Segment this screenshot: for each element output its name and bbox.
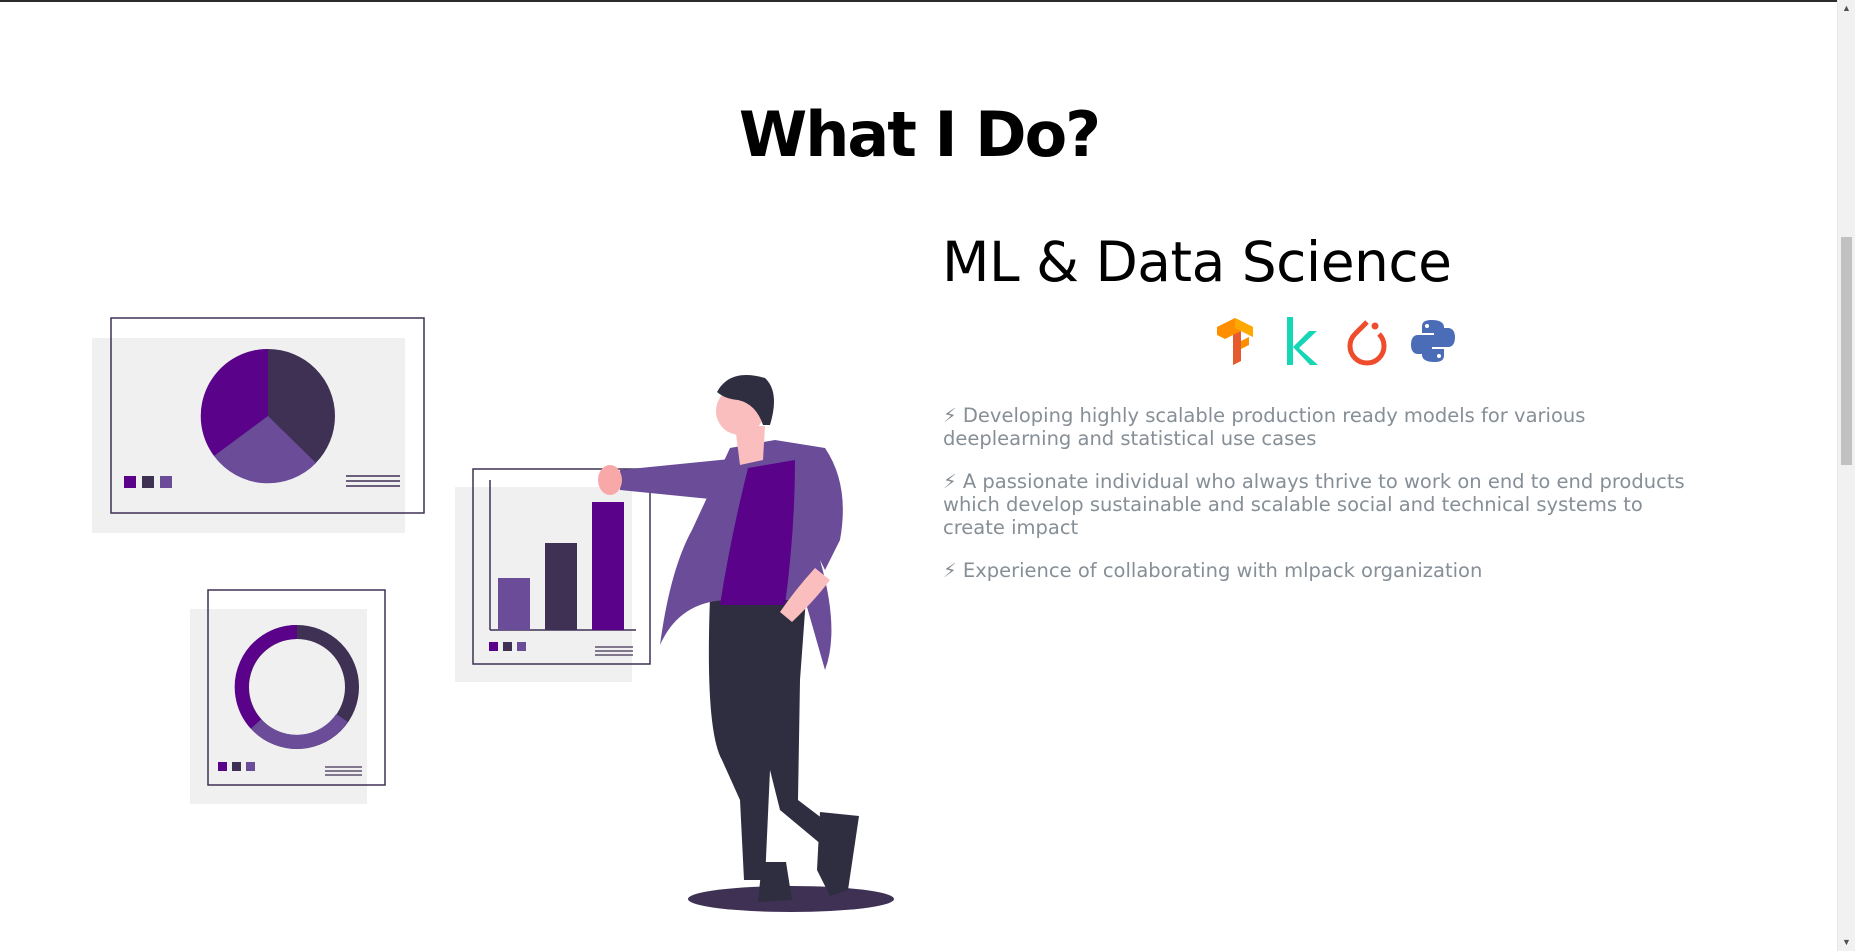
data-analysis-illustration	[92, 317, 894, 912]
pytorch-icon	[1344, 314, 1390, 368]
python-icon	[1410, 314, 1456, 368]
scroll-up-arrow-icon[interactable]: ▲	[1838, 0, 1855, 17]
window-top-border	[0, 0, 1855, 2]
pie-chart-card	[92, 317, 425, 533]
skills-icons-row	[1212, 314, 1456, 368]
section-title: ML & Data Science	[942, 230, 1452, 294]
tensorflow-icon	[1212, 314, 1258, 368]
donut-chart-card	[190, 589, 386, 804]
vertical-scrollbar[interactable]: ▲ ▼	[1837, 0, 1855, 951]
bar-chart-card	[455, 468, 651, 682]
skill-description-item: ⚡ A passionate individual who always thr…	[943, 470, 1685, 539]
keras-icon	[1278, 314, 1324, 368]
skill-description-list: ⚡ Developing highly scalable production …	[943, 404, 1703, 602]
scroll-down-arrow-icon[interactable]: ▼	[1838, 934, 1855, 951]
person-figure	[598, 375, 894, 912]
skill-description-item: ⚡ Developing highly scalable production …	[943, 404, 1586, 450]
skill-description-item: ⚡ Experience of collaborating with mlpac…	[943, 559, 1483, 582]
page-title: What I Do?	[738, 98, 1101, 171]
scrollbar-thumb[interactable]	[1841, 237, 1852, 465]
